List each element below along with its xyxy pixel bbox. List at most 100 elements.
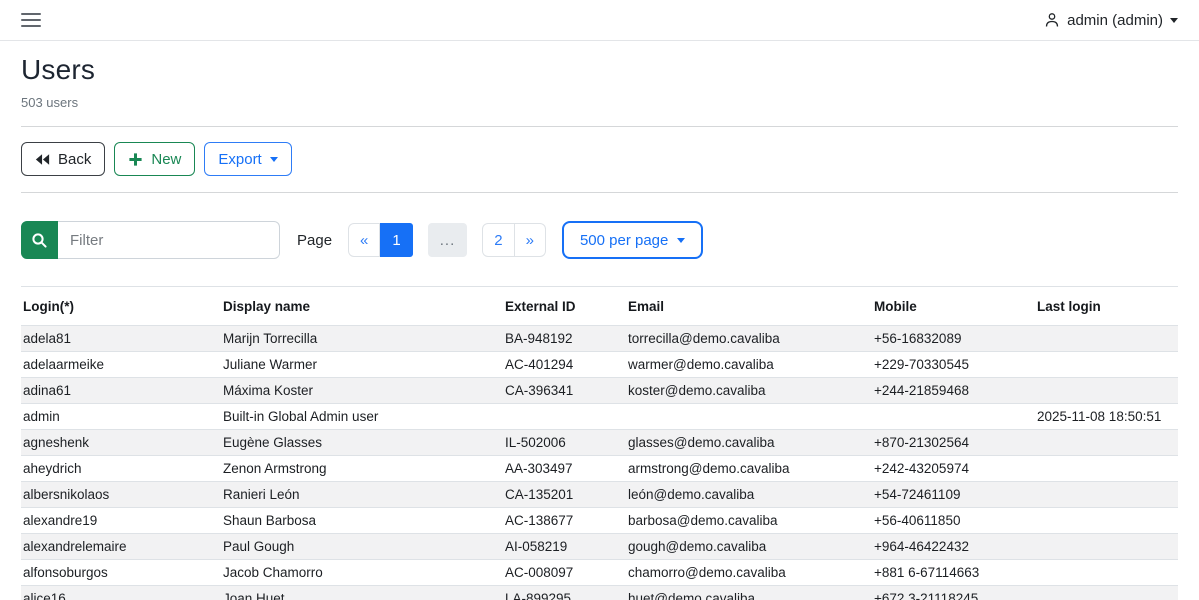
table-cell <box>1035 586 1178 600</box>
users-table-body: adela81Marijn TorrecillaBA-948192torreci… <box>21 326 1178 600</box>
table-cell: +881 6-67114663 <box>872 560 1035 586</box>
table-cell <box>1035 534 1178 560</box>
table-cell: Marijn Torrecilla <box>221 326 503 352</box>
table-cell: 2025-11-08 18:50:51 <box>1035 404 1178 430</box>
table-cell <box>626 404 872 430</box>
table-cell: +242-43205974 <box>872 456 1035 482</box>
divider <box>21 192 1178 193</box>
table-row[interactable]: adminBuilt-in Global Admin user 2025-11-0… <box>21 404 1178 430</box>
table-cell: Máxima Koster <box>221 378 503 404</box>
table-row[interactable]: agneshenkEugène GlassesIL-502006glasses@… <box>21 430 1178 456</box>
table-cell <box>1035 352 1178 378</box>
table-cell <box>503 404 626 430</box>
pagination: « 1 ... 2 » <box>348 223 546 257</box>
table-row[interactable]: alexandrelemairePaul GoughAI-058219gough… <box>21 534 1178 560</box>
table-cell: Zenon Armstrong <box>221 456 503 482</box>
table-cell: admin <box>21 404 221 430</box>
table-cell: Shaun Barbosa <box>221 508 503 534</box>
table-cell: alexandrelemaire <box>21 534 221 560</box>
export-button[interactable]: Export <box>204 142 291 176</box>
user-icon <box>1044 12 1060 28</box>
table-cell: warmer@demo.cavaliba <box>626 352 872 378</box>
table-cell: Jacob Chamorro <box>221 560 503 586</box>
user-count: 503 users <box>21 95 1178 110</box>
toolbar: Back New Export <box>21 142 1178 176</box>
column-header: Last login <box>1035 287 1178 326</box>
filter-row: Page « 1 ... 2 » 500 per page <box>21 221 1178 259</box>
table-row[interactable]: adelaarmeikeJuliane WarmerAC-401294warme… <box>21 352 1178 378</box>
table-row[interactable]: alexandre19Shaun BarbosaAC-138677barbosa… <box>21 508 1178 534</box>
divider <box>21 126 1178 127</box>
table-cell: +56-16832089 <box>872 326 1035 352</box>
column-header: Display name <box>221 287 503 326</box>
table-cell: CA-135201 <box>503 482 626 508</box>
top-bar: admin (admin) <box>0 0 1199 41</box>
column-header: Email <box>626 287 872 326</box>
table-cell: Built-in Global Admin user <box>221 404 503 430</box>
table-cell: aheydrich <box>21 456 221 482</box>
table-cell: +56-40611850 <box>872 508 1035 534</box>
new-button-label: New <box>151 151 181 168</box>
table-cell: gough@demo.cavaliba <box>626 534 872 560</box>
column-header: Mobile <box>872 287 1035 326</box>
table-cell <box>872 404 1035 430</box>
table-cell: +54-72461109 <box>872 482 1035 508</box>
page-label: Page <box>297 232 332 249</box>
per-page-dropdown[interactable]: 500 per page <box>562 221 703 259</box>
chevron-down-icon <box>1170 18 1178 23</box>
table-cell: albersnikolaos <box>21 482 221 508</box>
table-cell: Ranieri León <box>221 482 503 508</box>
table-cell: +672 3-21118245 <box>872 586 1035 600</box>
new-button[interactable]: New <box>114 142 195 176</box>
chevron-down-icon <box>270 157 278 162</box>
rewind-icon <box>35 153 50 166</box>
table-cell: Joan Huet <box>221 586 503 600</box>
table-cell <box>1035 378 1178 404</box>
table-cell: barbosa@demo.cavaliba <box>626 508 872 534</box>
table-cell: adina61 <box>21 378 221 404</box>
hamburger-menu-icon[interactable] <box>21 13 41 27</box>
pagination-ellipsis: ... <box>428 223 468 257</box>
table-row[interactable]: alfonsoburgosJacob ChamorroAC-008097cham… <box>21 560 1178 586</box>
table-row[interactable]: aheydrichZenon ArmstrongAA-303497armstro… <box>21 456 1178 482</box>
plus-icon <box>128 152 143 167</box>
table-cell: alfonsoburgos <box>21 560 221 586</box>
table-cell: AC-008097 <box>503 560 626 586</box>
search-button[interactable] <box>21 221 58 259</box>
back-button[interactable]: Back <box>21 142 105 176</box>
table-cell <box>1035 456 1178 482</box>
filter-input[interactable] <box>58 221 280 259</box>
search-group <box>21 221 280 259</box>
table-cell: +870-21302564 <box>872 430 1035 456</box>
table-cell: IL-502006 <box>503 430 626 456</box>
chevron-down-icon <box>677 238 685 243</box>
table-row[interactable]: albersnikolaosRanieri LeónCA-135201león@… <box>21 482 1178 508</box>
table-cell: león@demo.cavaliba <box>626 482 872 508</box>
table-cell: BA-948192 <box>503 326 626 352</box>
table-row[interactable]: adina61Máxima KosterCA-396341koster@demo… <box>21 378 1178 404</box>
table-cell: chamorro@demo.cavaliba <box>626 560 872 586</box>
table-cell: Paul Gough <box>221 534 503 560</box>
table-row[interactable]: alice16Joan HuetLA-899295huet@demo.caval… <box>21 586 1178 600</box>
export-button-label: Export <box>218 151 261 168</box>
page-title: Users <box>21 54 1178 86</box>
table-cell: agneshenk <box>21 430 221 456</box>
table-cell: adelaarmeike <box>21 352 221 378</box>
user-menu[interactable]: admin (admin) <box>1044 12 1178 29</box>
table-cell: alexandre19 <box>21 508 221 534</box>
table-cell: LA-899295 <box>503 586 626 600</box>
pagination-page-2[interactable]: 2 <box>482 223 514 257</box>
table-cell: AC-138677 <box>503 508 626 534</box>
pagination-prev[interactable]: « <box>348 223 380 257</box>
pagination-group: « 1 <box>348 223 413 257</box>
user-label: admin (admin) <box>1067 12 1163 29</box>
pagination-page-1[interactable]: 1 <box>380 223 412 257</box>
table-cell <box>1035 560 1178 586</box>
table-row[interactable]: adela81Marijn TorrecillaBA-948192torreci… <box>21 326 1178 352</box>
table-cell: +244-21859468 <box>872 378 1035 404</box>
pagination-next[interactable]: » <box>515 223 546 257</box>
table-cell: alice16 <box>21 586 221 600</box>
table-cell: Juliane Warmer <box>221 352 503 378</box>
table-cell: Eugène Glasses <box>221 430 503 456</box>
table-cell: AC-401294 <box>503 352 626 378</box>
